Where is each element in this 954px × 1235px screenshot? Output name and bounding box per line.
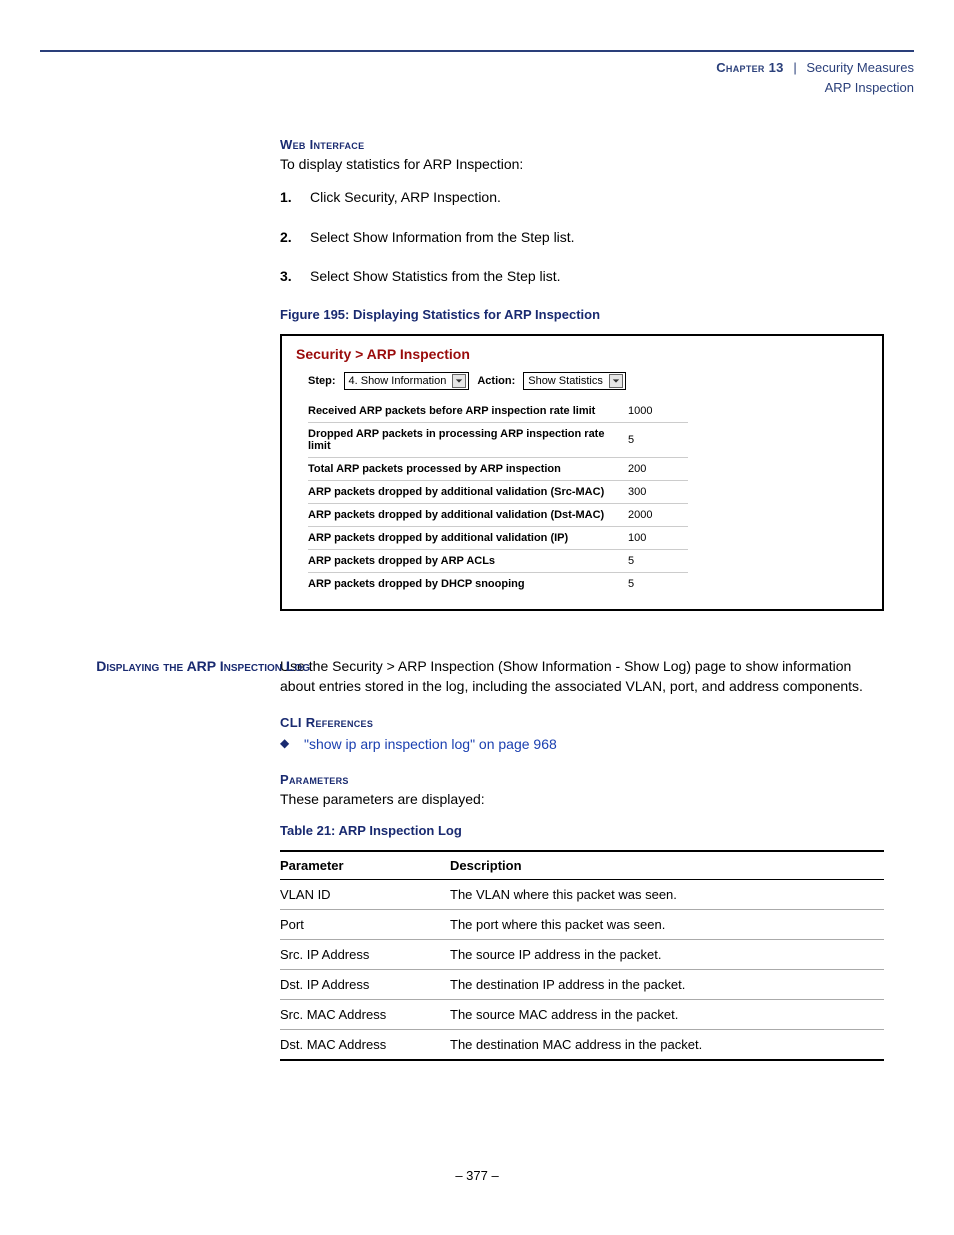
step-select-value: 4. Show Information <box>349 375 447 387</box>
table-row: ARP packets dropped by ARP ACLs5 <box>308 550 688 573</box>
steps-list: Click Security, ARP Inspection. Select S… <box>280 188 884 287</box>
chevron-down-icon <box>452 374 466 388</box>
table-header-parameter: Parameter <box>280 851 450 880</box>
table-row: Src. MAC AddressThe source MAC address i… <box>280 1000 884 1030</box>
table-row: ARP packets dropped by additional valida… <box>308 481 688 504</box>
cli-link[interactable]: "show ip arp inspection log" on page 968 <box>304 736 557 752</box>
table-row: ARP packets dropped by additional valida… <box>308 527 688 550</box>
figure-caption: Figure 195: Displaying Statistics for AR… <box>280 307 884 322</box>
header-subject: Security Measures <box>806 60 914 75</box>
web-interface-heading: Web Interface <box>280 137 884 152</box>
table-row: ARP packets dropped by additional valida… <box>308 504 688 527</box>
figure-breadcrumb: Security > ARP Inspection <box>296 346 868 362</box>
table-row: Dst. MAC AddressThe destination MAC addr… <box>280 1030 884 1061</box>
page-number: – 377 – <box>0 1168 954 1183</box>
table-row: PortThe port where this packet was seen. <box>280 910 884 940</box>
action-label: Action: <box>477 375 515 387</box>
step-select[interactable]: 4. Show Information <box>344 372 470 390</box>
figure-screenshot: Security > ARP Inspection Step: 4. Show … <box>280 334 884 611</box>
table-row: VLAN IDThe VLAN where this packet was se… <box>280 880 884 910</box>
parameter-table: Parameter Description VLAN IDThe VLAN wh… <box>280 850 884 1061</box>
web-interface-intro: To display statistics for ARP Inspection… <box>280 154 884 174</box>
chevron-down-icon <box>609 374 623 388</box>
stats-table: Received ARP packets before ARP inspecti… <box>308 400 688 595</box>
table-header-description: Description <box>450 851 884 880</box>
section2-intro: Use the Security > ARP Inspection (Show … <box>280 656 884 697</box>
step-item: Click Security, ARP Inspection. <box>280 188 884 208</box>
table-row: Total ARP packets processed by ARP inspe… <box>308 458 688 481</box>
table-row: Dst. IP AddressThe destination IP addres… <box>280 970 884 1000</box>
parameters-heading: Parameters <box>280 772 884 787</box>
table-row: Src. IP AddressThe source IP address in … <box>280 940 884 970</box>
header-separator: | <box>787 60 802 75</box>
table-row: ARP packets dropped by DHCP snooping5 <box>308 573 688 596</box>
table-row: Dropped ARP packets in processing ARP in… <box>308 423 688 458</box>
step-label: Step: <box>308 375 336 387</box>
step-item: Select Show Information from the Step li… <box>280 228 884 248</box>
parameters-intro: These parameters are displayed: <box>280 789 884 809</box>
cli-list: "show ip arp inspection log" on page 968 <box>280 734 884 754</box>
action-select[interactable]: Show Statistics <box>523 372 626 390</box>
page-header: Chapter 13 | Security Measures ARP Inspe… <box>40 58 914 97</box>
cli-references-heading: CLI References <box>280 715 884 730</box>
table-row: Received ARP packets before ARP inspecti… <box>308 400 688 423</box>
margin-heading: Displaying the ARP Inspection Log <box>85 656 310 678</box>
chapter-label: Chapter 13 <box>716 60 783 75</box>
step-item: Select Show Statistics from the Step lis… <box>280 267 884 287</box>
header-subsection: ARP Inspection <box>40 78 914 98</box>
table-caption: Table 21: ARP Inspection Log <box>280 823 884 838</box>
action-select-value: Show Statistics <box>528 375 603 387</box>
list-item: "show ip arp inspection log" on page 968 <box>280 734 884 754</box>
